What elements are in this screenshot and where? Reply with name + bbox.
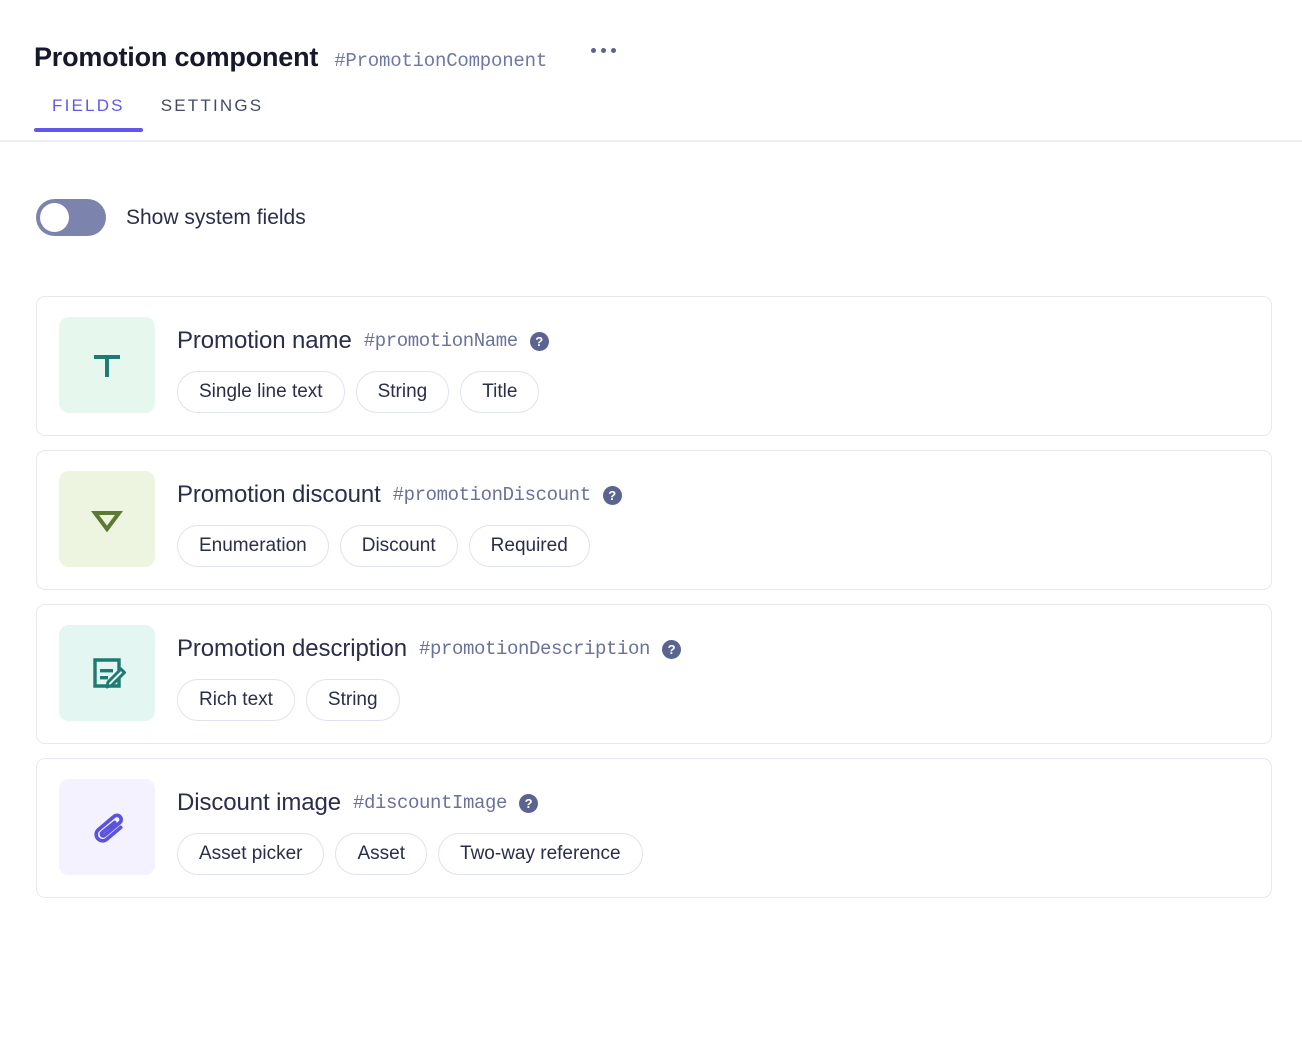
- field-identifier: #promotionDiscount: [393, 484, 591, 506]
- field-chips: Rich text String: [177, 679, 1249, 721]
- field-heading: Promotion name #promotionName ?: [177, 327, 1249, 355]
- field-chips: Single line text String Title: [177, 371, 1249, 413]
- show-system-fields-row: Show system fields: [0, 142, 1302, 236]
- field-chips: Enumeration Discount Required: [177, 525, 1249, 567]
- tab-bar: FIELDS SETTINGS: [0, 96, 1302, 142]
- field-list: Promotion name #promotionName ? Single l…: [0, 296, 1302, 898]
- help-icon[interactable]: ?: [519, 794, 538, 813]
- field-body: Promotion description #promotionDescript…: [177, 625, 1249, 721]
- field-identifier: #promotionDescription: [419, 638, 650, 660]
- enumeration-icon: [59, 471, 155, 567]
- content-type-editor-page: Promotion component #PromotionComponent …: [0, 0, 1302, 1060]
- asset-paperclip-icon: [59, 779, 155, 875]
- field-chip[interactable]: Required: [469, 525, 590, 567]
- field-identifier: #discountImage: [353, 792, 507, 814]
- field-name: Promotion name: [177, 327, 352, 355]
- text-field-icon: [59, 317, 155, 413]
- field-body: Discount image #discountImage ? Asset pi…: [177, 779, 1249, 875]
- field-heading: Discount image #discountImage ?: [177, 789, 1249, 817]
- field-heading: Promotion description #promotionDescript…: [177, 635, 1249, 663]
- field-chip[interactable]: Asset: [335, 833, 427, 875]
- field-heading: Promotion discount #promotionDiscount ?: [177, 481, 1249, 509]
- field-card[interactable]: Promotion description #promotionDescript…: [36, 604, 1272, 744]
- page-identifier: #PromotionComponent: [334, 50, 547, 72]
- field-name: Promotion discount: [177, 481, 381, 509]
- field-identifier: #promotionName: [364, 330, 518, 352]
- help-icon[interactable]: ?: [530, 332, 549, 351]
- show-system-fields-label: Show system fields: [126, 206, 306, 230]
- help-icon[interactable]: ?: [662, 640, 681, 659]
- kebab-menu-icon[interactable]: [591, 48, 616, 53]
- field-body: Promotion discount #promotionDiscount ? …: [177, 471, 1249, 567]
- field-body: Promotion name #promotionName ? Single l…: [177, 317, 1249, 413]
- help-icon[interactable]: ?: [603, 486, 622, 505]
- field-chip[interactable]: Title: [460, 371, 539, 413]
- field-name: Discount image: [177, 789, 341, 817]
- field-chip[interactable]: Discount: [340, 525, 458, 567]
- field-chip[interactable]: Rich text: [177, 679, 295, 721]
- page-title: Promotion component: [34, 44, 318, 71]
- field-name: Promotion description: [177, 635, 407, 663]
- page-header: Promotion component #PromotionComponent: [0, 0, 1302, 72]
- rich-text-icon: [59, 625, 155, 721]
- field-chip[interactable]: String: [306, 679, 400, 721]
- tab-divider: [0, 140, 1302, 142]
- field-chip[interactable]: Two-way reference: [438, 833, 643, 875]
- field-card[interactable]: Promotion discount #promotionDiscount ? …: [36, 450, 1272, 590]
- field-card[interactable]: Discount image #discountImage ? Asset pi…: [36, 758, 1272, 898]
- toggle-knob: [40, 203, 69, 232]
- tab-fields[interactable]: FIELDS: [34, 96, 143, 132]
- show-system-fields-toggle[interactable]: [36, 199, 106, 236]
- tab-settings[interactable]: SETTINGS: [143, 96, 282, 132]
- field-card[interactable]: Promotion name #promotionName ? Single l…: [36, 296, 1272, 436]
- field-chip[interactable]: Enumeration: [177, 525, 329, 567]
- field-chip[interactable]: Single line text: [177, 371, 345, 413]
- field-chip[interactable]: String: [356, 371, 450, 413]
- field-chip[interactable]: Asset picker: [177, 833, 324, 875]
- field-chips: Asset picker Asset Two-way reference: [177, 833, 1249, 875]
